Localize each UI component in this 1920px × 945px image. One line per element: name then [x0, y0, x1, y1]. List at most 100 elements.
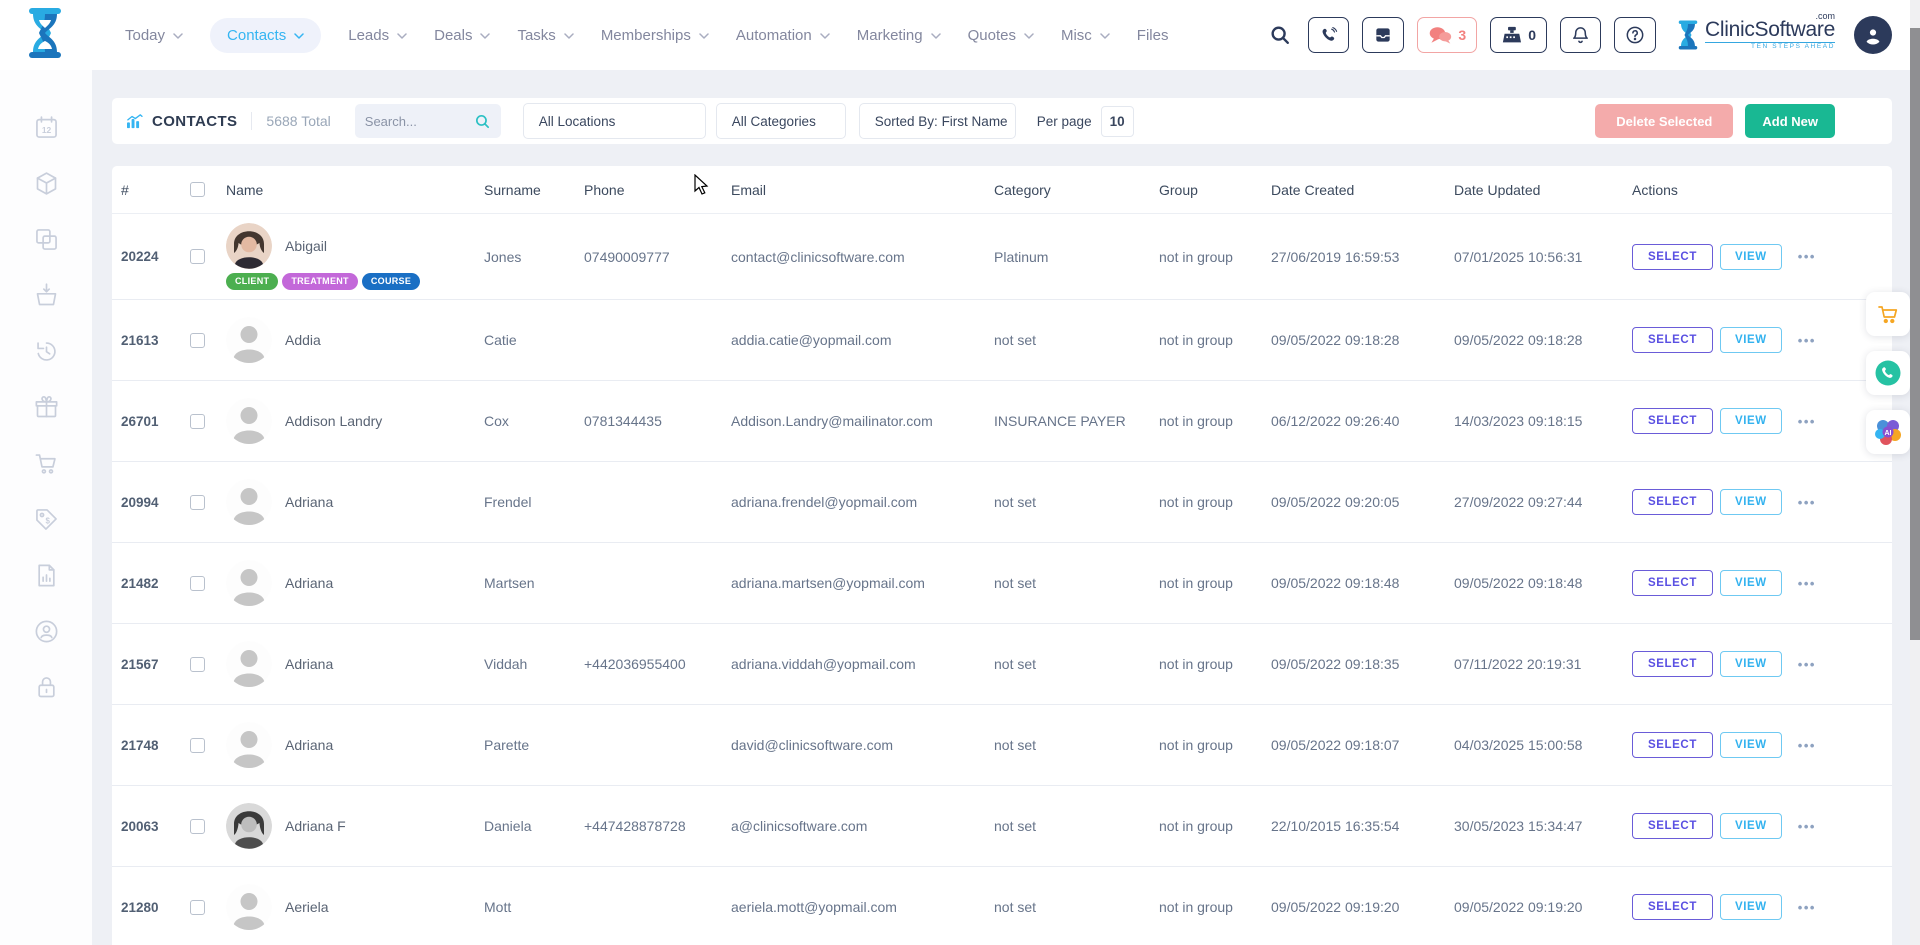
nav-item-files[interactable]: Files [1137, 27, 1169, 44]
contact-first-name: Abigail [285, 238, 327, 254]
nav-item-tasks[interactable]: Tasks [517, 27, 573, 44]
search-input[interactable] [365, 114, 474, 129]
more-actions-button[interactable]: ••• [1798, 819, 1816, 834]
more-actions-button[interactable]: ••• [1798, 657, 1816, 672]
floating-whatsapp-button[interactable] [1866, 351, 1910, 395]
add-new-button[interactable]: Add New [1745, 104, 1835, 138]
view-button[interactable]: VIEW [1720, 408, 1782, 434]
nav-item-misc[interactable]: Misc [1061, 27, 1110, 44]
register-count: 0 [1528, 27, 1536, 43]
nav-item-deals[interactable]: Deals [434, 27, 490, 44]
sidebar-item-copy[interactable] [26, 219, 66, 259]
user-avatar[interactable] [1854, 16, 1892, 54]
delete-selected-button[interactable]: Delete Selected [1595, 104, 1733, 138]
row-checkbox[interactable] [190, 414, 205, 429]
phone-call-button[interactable] [1308, 17, 1349, 53]
row-checkbox[interactable] [190, 249, 205, 264]
sidebar-item-cart[interactable] [26, 443, 66, 483]
table-row: 20224AbigailCLIENTTREATMENTCOURSEJones07… [112, 214, 1892, 300]
row-checkbox[interactable] [190, 333, 205, 348]
sidebar-item-lock[interactable] [26, 667, 66, 707]
sidebar-item-history[interactable] [26, 331, 66, 371]
contact-surname: Parette [484, 737, 584, 753]
nav-item-quotes[interactable]: Quotes [968, 27, 1034, 44]
column-header-id: # [112, 182, 176, 198]
help-button[interactable] [1614, 17, 1656, 53]
view-button[interactable]: VIEW [1720, 651, 1782, 677]
contact-email: contact@clinicsoftware.com [731, 249, 994, 265]
nav-item-leads[interactable]: Leads [348, 27, 407, 44]
notifications-button[interactable] [1560, 17, 1601, 53]
register-button[interactable]: 0 [1490, 17, 1547, 53]
inbox-button[interactable] [1362, 17, 1404, 53]
more-actions-button[interactable]: ••• [1798, 738, 1816, 753]
per-page-input[interactable] [1101, 106, 1134, 137]
more-actions-button[interactable]: ••• [1798, 576, 1816, 591]
sidebar-item-gift[interactable] [26, 387, 66, 427]
sidebar-item-account[interactable] [26, 611, 66, 651]
date-updated: 30/05/2023 15:34:47 [1454, 818, 1632, 834]
more-actions-button[interactable]: ••• [1798, 900, 1816, 915]
avatar-photo [226, 223, 272, 269]
nav-item-contacts[interactable]: Contacts [210, 18, 321, 53]
sidebar-item-basket[interactable] [26, 275, 66, 315]
select-button[interactable]: SELECT [1632, 813, 1713, 839]
select-all-checkbox[interactable] [190, 182, 205, 197]
floating-ai-button[interactable]: AI [1866, 410, 1910, 454]
select-button[interactable]: SELECT [1632, 408, 1713, 434]
search-submit[interactable] [474, 113, 491, 130]
nav-item-today[interactable]: Today [125, 27, 183, 44]
view-button[interactable]: VIEW [1720, 813, 1782, 839]
sort-select[interactable]: Sorted By: First Name [859, 103, 1016, 139]
nav-item-label: Quotes [968, 27, 1016, 44]
categories-select[interactable]: All Categories [716, 103, 846, 139]
select-button[interactable]: SELECT [1632, 327, 1713, 353]
row-checkbox[interactable] [190, 900, 205, 915]
row-checkbox[interactable] [190, 819, 205, 834]
contact-category: not set [994, 818, 1159, 834]
locations-select[interactable]: All Locations [523, 103, 706, 139]
scrollbar-thumb[interactable] [1910, 28, 1920, 640]
select-button[interactable]: SELECT [1632, 732, 1713, 758]
sidebar-item-calendar[interactable]: 12 [26, 107, 66, 147]
sidebar-item-report[interactable] [26, 555, 66, 595]
nav-item-marketing[interactable]: Marketing [857, 27, 941, 44]
more-actions-button[interactable]: ••• [1798, 249, 1816, 264]
row-checkbox[interactable] [190, 738, 205, 753]
view-button[interactable]: VIEW [1720, 894, 1782, 920]
view-button[interactable]: VIEW [1720, 489, 1782, 515]
more-actions-button[interactable]: ••• [1798, 414, 1816, 429]
nav-item-memberships[interactable]: Memberships [601, 27, 709, 44]
contacts-toolbar: CONTACTS 5688 Total All Locations All Ca… [112, 98, 1892, 144]
column-header-date-created: Date Created [1271, 182, 1454, 198]
contact-email: adriana.viddah@yopmail.com [731, 656, 994, 672]
global-search-button[interactable] [1265, 24, 1295, 46]
main-nav: Today Contacts Leads Deals Tasks Memberships A… [125, 0, 1168, 70]
view-button[interactable]: VIEW [1720, 732, 1782, 758]
row-checkbox[interactable] [190, 657, 205, 672]
nav-item-automation[interactable]: Automation [736, 27, 830, 44]
select-button[interactable]: SELECT [1632, 570, 1713, 596]
row-checkbox[interactable] [190, 576, 205, 591]
sidebar-item-package[interactable] [26, 163, 66, 203]
tag-course: COURSE [362, 273, 420, 290]
per-page-label: Per page [1037, 114, 1092, 129]
sidebar-item-tag[interactable]: $ [26, 499, 66, 539]
row-checkbox[interactable] [190, 495, 205, 510]
select-button[interactable]: SELECT [1632, 651, 1713, 677]
view-button[interactable]: VIEW [1720, 244, 1782, 270]
view-button[interactable]: VIEW [1720, 327, 1782, 353]
column-header-date-updated: Date Updated [1454, 182, 1632, 198]
select-button[interactable]: SELECT [1632, 489, 1713, 515]
view-button[interactable]: VIEW [1720, 570, 1782, 596]
contacts-chart-icon [126, 114, 143, 129]
select-button[interactable]: SELECT [1632, 894, 1713, 920]
nav-item-label: Leads [348, 27, 389, 44]
floating-cart-button[interactable] [1866, 292, 1910, 336]
select-button[interactable]: SELECT [1632, 244, 1713, 270]
contact-first-name: Adriana [285, 656, 333, 672]
chat-button[interactable]: 3 [1417, 17, 1477, 53]
contact-first-name: Addia [285, 332, 321, 348]
more-actions-button[interactable]: ••• [1798, 333, 1816, 348]
more-actions-button[interactable]: ••• [1798, 495, 1816, 510]
